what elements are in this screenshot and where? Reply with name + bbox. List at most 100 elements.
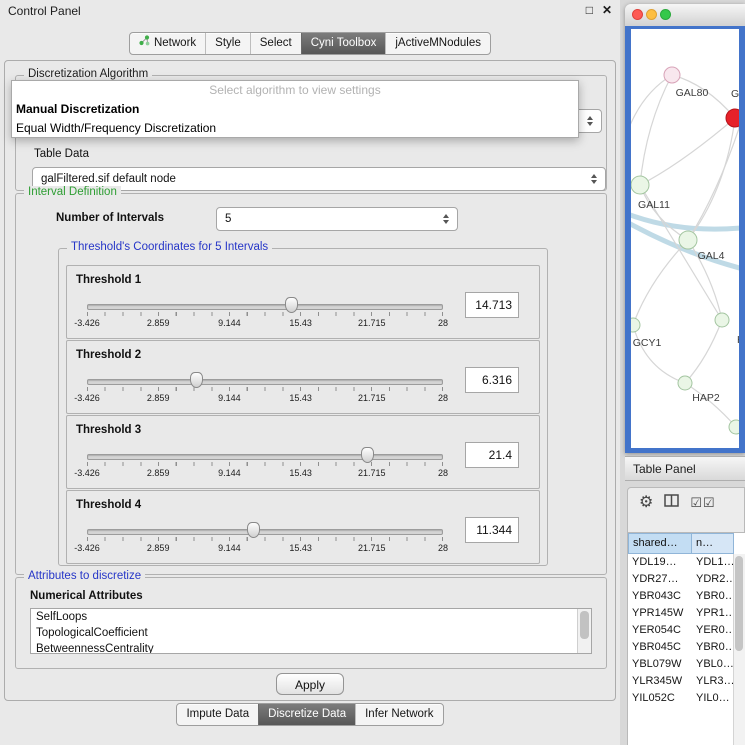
- tab-label: Impute Data: [186, 704, 249, 725]
- network-thick-edge[interactable]: [631, 213, 739, 229]
- network-edge[interactable]: [685, 320, 722, 383]
- network-node-label: H: [737, 334, 739, 346]
- network-edge[interactable]: [631, 75, 672, 139]
- tab-discretize-data[interactable]: Discretize Data: [258, 704, 355, 725]
- column-header-shared-name[interactable]: shared…: [628, 533, 692, 554]
- table-row[interactable]: YPR145WYPR1…: [628, 605, 734, 622]
- threshold-4-value-field[interactable]: 11.344: [465, 517, 519, 543]
- slider-thumb[interactable]: [247, 522, 260, 538]
- network-node[interactable]: [631, 318, 640, 332]
- cell-name[interactable]: YBR0…: [692, 639, 734, 656]
- column-header-name[interactable]: n…: [692, 533, 734, 554]
- table-row[interactable]: YBR045CYBR0…: [628, 639, 734, 656]
- cell-shared-name[interactable]: YER054C: [628, 622, 692, 639]
- network-node[interactable]: [678, 376, 692, 390]
- cell-shared-name[interactable]: YBL079W: [628, 656, 692, 673]
- network-node[interactable]: [726, 109, 739, 127]
- network-view-window: GAL80GAGAL11GAL4GCY1HHAP2: [625, 4, 745, 453]
- slider-track[interactable]: [87, 304, 443, 310]
- scale-label: 9.144: [218, 393, 241, 403]
- tab-label: Network: [154, 33, 196, 54]
- tab-style[interactable]: Style: [205, 33, 250, 54]
- network-edge[interactable]: [685, 383, 736, 427]
- slider-thumb[interactable]: [190, 372, 203, 388]
- number-of-intervals-combobox[interactable]: 5: [216, 207, 458, 231]
- network-node-label: GCY1: [633, 337, 662, 349]
- cell-name[interactable]: YER0…: [692, 622, 734, 639]
- cell-shared-name[interactable]: YLR345W: [628, 673, 692, 690]
- algorithm-option-manual-discretization[interactable]: Manual Discretization: [12, 100, 578, 119]
- attribute-item-topologicalcoefficient[interactable]: TopologicalCoefficient: [31, 625, 591, 641]
- scale-label: 15.43: [289, 393, 312, 403]
- cyni-toolbox-content: Discretization Algorithm Table Data galF…: [4, 60, 616, 701]
- cell-shared-name[interactable]: YPR145W: [628, 605, 692, 622]
- table-row[interactable]: YER054CYER0…: [628, 622, 734, 639]
- table-row[interactable]: YIL052CYIL0…: [628, 690, 734, 707]
- threshold-2-slider: -3.4262.8599.14415.4321.71528: [87, 375, 443, 409]
- slider-thumb[interactable]: [361, 447, 374, 463]
- network-canvas[interactable]: GAL80GAGAL11GAL4GCY1HHAP2: [631, 29, 739, 448]
- cell-name[interactable]: YDL1…: [692, 554, 734, 571]
- slider-track[interactable]: [87, 529, 443, 535]
- cell-name[interactable]: YPR1…: [692, 605, 734, 622]
- table-row[interactable]: YLR345WYLR3…: [628, 673, 734, 690]
- network-node[interactable]: [631, 176, 649, 194]
- apply-button[interactable]: Apply: [276, 673, 344, 695]
- cell-shared-name[interactable]: YBR043C: [628, 588, 692, 605]
- cell-shared-name[interactable]: YBR045C: [628, 639, 692, 656]
- cell-name[interactable]: YLR3…: [692, 673, 734, 690]
- mac-zoom-light[interactable]: [660, 9, 671, 20]
- table-scrollbar-thumb[interactable]: [735, 556, 743, 651]
- network-node[interactable]: [715, 313, 729, 327]
- mac-minimize-light[interactable]: [646, 9, 657, 20]
- network-edge[interactable]: [633, 240, 688, 325]
- table-row[interactable]: YBR043CYBR0…: [628, 588, 734, 605]
- network-node[interactable]: [729, 420, 739, 434]
- network-edge[interactable]: [688, 118, 735, 240]
- cell-name[interactable]: YDR2…: [692, 571, 734, 588]
- close-panel-icon[interactable]: ✕: [602, 3, 612, 17]
- tab-jactivemnodules[interactable]: jActiveMNodules: [385, 33, 490, 54]
- network-edge[interactable]: [640, 75, 672, 185]
- network-node[interactable]: [679, 231, 697, 249]
- slider-track[interactable]: [87, 454, 443, 460]
- list-scrollbar[interactable]: [577, 609, 591, 653]
- cell-name[interactable]: YIL0…: [692, 690, 734, 707]
- slider-thumb[interactable]: [285, 297, 298, 313]
- threshold-2-value-field[interactable]: 6.316: [465, 367, 519, 393]
- cell-shared-name[interactable]: YDL19…: [628, 554, 692, 571]
- threshold-1-value-field[interactable]: 14.713: [465, 292, 519, 318]
- threshold-3-value-field[interactable]: 21.4: [465, 442, 519, 468]
- tab-label: Select: [260, 33, 292, 54]
- network-node-label: GAL11: [638, 199, 670, 211]
- dropdown-placeholder-item[interactable]: Select algorithm to view settings: [12, 81, 578, 100]
- slider-track[interactable]: [87, 379, 443, 385]
- cell-shared-name[interactable]: YDR27…: [628, 571, 692, 588]
- cell-name[interactable]: YBR0…: [692, 588, 734, 605]
- attribute-item-betweennesscentrality[interactable]: BetweennessCentrality: [31, 641, 591, 654]
- table-row[interactable]: YBL079WYBL0…: [628, 656, 734, 673]
- network-edge[interactable]: [640, 118, 735, 185]
- network-edge[interactable]: [633, 325, 685, 383]
- gear-icon[interactable]: ⚙: [639, 493, 653, 513]
- mac-close-light[interactable]: [632, 9, 643, 20]
- algorithm-option-equal-width-frequency-discretization[interactable]: Equal Width/Frequency Discretization: [12, 119, 578, 138]
- column-selector-icon[interactable]: [664, 493, 679, 513]
- table-row[interactable]: YDL19…YDL1…: [628, 554, 734, 571]
- tab-network[interactable]: Network: [130, 33, 205, 54]
- cell-shared-name[interactable]: YIL052C: [628, 690, 692, 707]
- tab-infer-network[interactable]: Infer Network: [355, 704, 442, 725]
- cell-name[interactable]: YBL0…: [692, 656, 734, 673]
- attributes-group: Attributes to discretize Numerical Attri…: [15, 577, 607, 669]
- attribute-item-selfloops[interactable]: SelfLoops: [31, 609, 591, 625]
- table-row[interactable]: YDR27…YDR2…: [628, 571, 734, 588]
- select-all-icon[interactable]: ☑☑: [690, 493, 715, 513]
- tab-label: Infer Network: [365, 704, 433, 725]
- tab-label: jActiveMNodules: [395, 33, 481, 54]
- network-node[interactable]: [664, 67, 680, 83]
- tab-impute-data[interactable]: Impute Data: [177, 704, 258, 725]
- float-panel-icon[interactable]: □: [586, 3, 593, 17]
- tab-select[interactable]: Select: [250, 33, 301, 54]
- table-scrollbar[interactable]: [733, 554, 745, 745]
- tab-cyni-toolbox[interactable]: Cyni Toolbox: [301, 33, 386, 54]
